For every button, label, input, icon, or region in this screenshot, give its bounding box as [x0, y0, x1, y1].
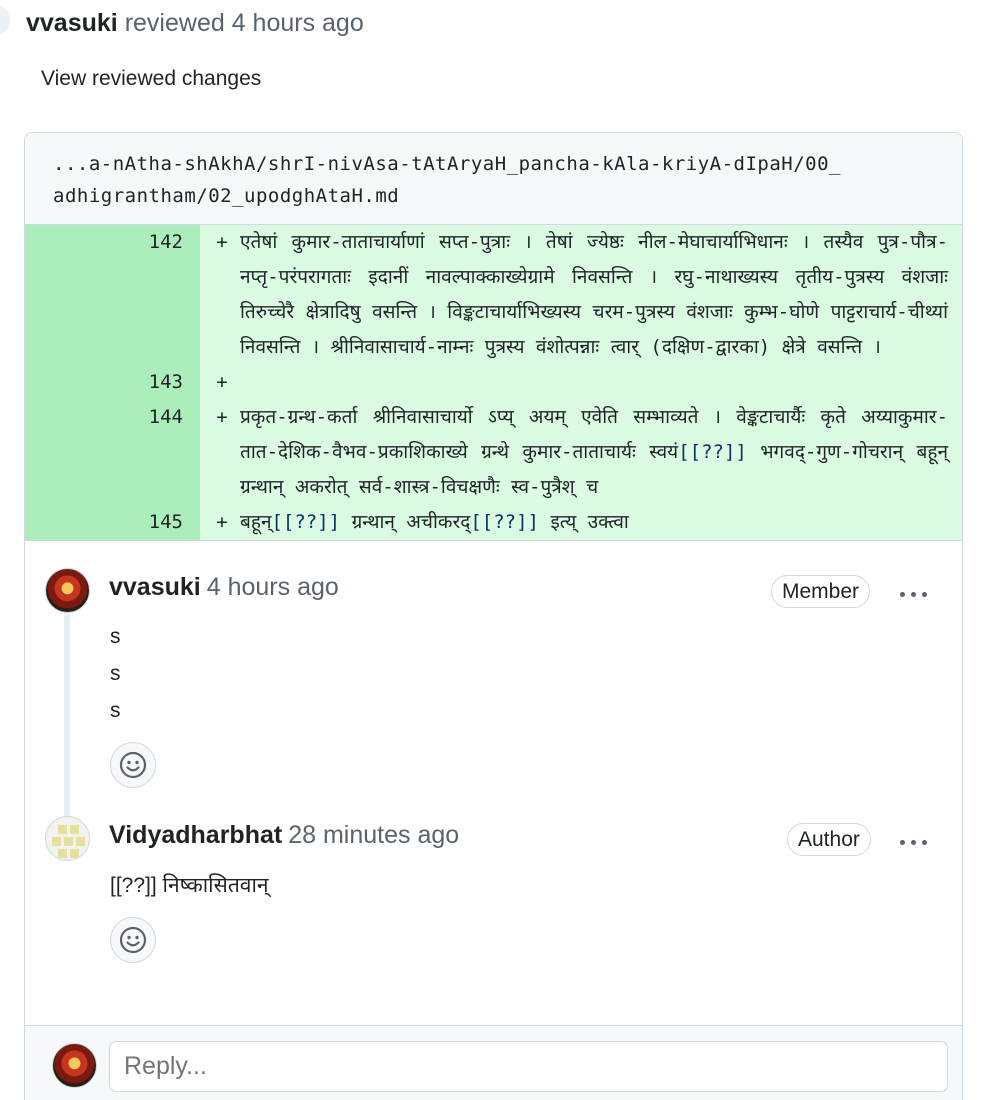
diff-added-marker: + — [216, 511, 228, 533]
comment-timestamp[interactable]: 4 hours ago — [207, 573, 339, 601]
file-path-line-1: ...a-nAtha-shAkhA/shrI-nivAsa-tAtAryaH_p… — [53, 153, 841, 175]
comment-author-link[interactable]: vvasuki — [109, 573, 201, 601]
line-number[interactable]: 142 — [25, 225, 200, 365]
comment-body-line: [[??]] निष्कासितवान् — [110, 874, 269, 897]
line-code: प्रकृत-ग्रन्थ-कर्ता श्रीनिवासाचार्यो ऽप्… — [240, 400, 962, 505]
more-options-icon[interactable] — [896, 831, 930, 851]
comment-item: Vidyadharbhat 28 minutes ago Author [[??]… — [25, 801, 962, 991]
add-reaction-button[interactable] — [110, 742, 156, 788]
diff-line: 143 + — [25, 365, 962, 400]
review-thread: ...a-nAtha-shAkhA/shrI-nivAsa-tAtAryaH_p… — [24, 132, 963, 1100]
code-text: एतेषां कुमार-ताताचार्याणां सप्त-पुत्राः … — [240, 231, 948, 358]
code-text: इत्य् उक्त्वा — [539, 511, 629, 533]
add-reaction-button[interactable] — [110, 917, 156, 963]
code-token: [[??]] — [470, 511, 539, 533]
review-author-link[interactable]: vvasuki — [26, 9, 118, 37]
comments-area: vvasuki 4 hours ago Member s s s Vidyadh… — [25, 541, 962, 991]
code-token: [[??]] — [271, 511, 341, 533]
comment-timestamp[interactable]: 28 minutes ago — [288, 821, 459, 849]
review-summary: vvasuki reviewed 4 hours ago — [26, 7, 364, 39]
avatar[interactable] — [45, 568, 90, 613]
code-text: बहून् — [240, 511, 272, 533]
diff-line: 145 + बहून्[[??]] ग्रन्थान् अचीकरद्[[??]] … — [25, 505, 962, 540]
reply-bar — [25, 1025, 962, 1100]
view-reviewed-changes-link[interactable]: View reviewed changes — [41, 64, 261, 94]
review-header: vvasuki reviewed 4 hours ago — [0, 0, 984, 50]
role-badge: Member — [771, 575, 871, 608]
avatar[interactable] — [45, 816, 90, 861]
diff-line: 144 + प्रकृत-ग्रन्थ-कर्ता श्रीनिवासाचार्यो… — [25, 400, 962, 505]
line-code: एतेषां कुमार-ताताचार्याणां सप्त-पुत्राः … — [240, 225, 962, 365]
line-number[interactable]: 144 — [25, 400, 200, 505]
comment-header: Vidyadharbhat 28 minutes ago — [109, 819, 459, 851]
diff-added-marker: + — [216, 371, 228, 393]
comment-body-line: s — [110, 662, 121, 685]
comment-item: vvasuki 4 hours ago Member s s s — [25, 541, 962, 801]
file-path-header[interactable]: ...a-nAtha-shAkhA/shrI-nivAsa-tAtAryaH_p… — [25, 133, 962, 225]
comment-body-line: s — [110, 625, 121, 648]
diff-added-marker: + — [216, 231, 228, 253]
line-code: बहून्[[??]] ग्रन्थान् अचीकरद्[[??]] इत्य… — [240, 505, 962, 540]
code-token: [[??]] — [678, 441, 747, 463]
comment-author-link[interactable]: Vidyadharbhat — [109, 821, 282, 849]
line-number[interactable]: 143 — [25, 365, 200, 400]
line-code — [240, 365, 962, 400]
more-options-icon[interactable] — [896, 583, 930, 603]
line-number[interactable]: 145 — [25, 505, 200, 540]
comment-header: vvasuki 4 hours ago — [109, 571, 339, 603]
diff-added-marker: + — [216, 406, 228, 428]
avatar — [52, 1043, 97, 1088]
comment-body-line: s — [110, 699, 121, 722]
file-path-line-2: adhigrantham/02_upodghAtaH.md — [53, 185, 400, 207]
role-badge: Author — [787, 823, 871, 856]
code-text: ग्रन्थान् अचीकरद् — [340, 511, 471, 533]
reply-input[interactable] — [109, 1041, 948, 1092]
timeline-badge — [0, 4, 10, 36]
diff-line: 142 + एतेषां कुमार-ताताचार्याणां सप्त-पुत्… — [25, 225, 962, 365]
smiley-icon — [119, 751, 147, 779]
diff-table: 142 + एतेषां कुमार-ताताचार्याणां सप्त-पुत्… — [25, 225, 962, 540]
review-action-text: reviewed 4 hours ago — [124, 9, 364, 37]
smiley-icon — [119, 926, 147, 954]
